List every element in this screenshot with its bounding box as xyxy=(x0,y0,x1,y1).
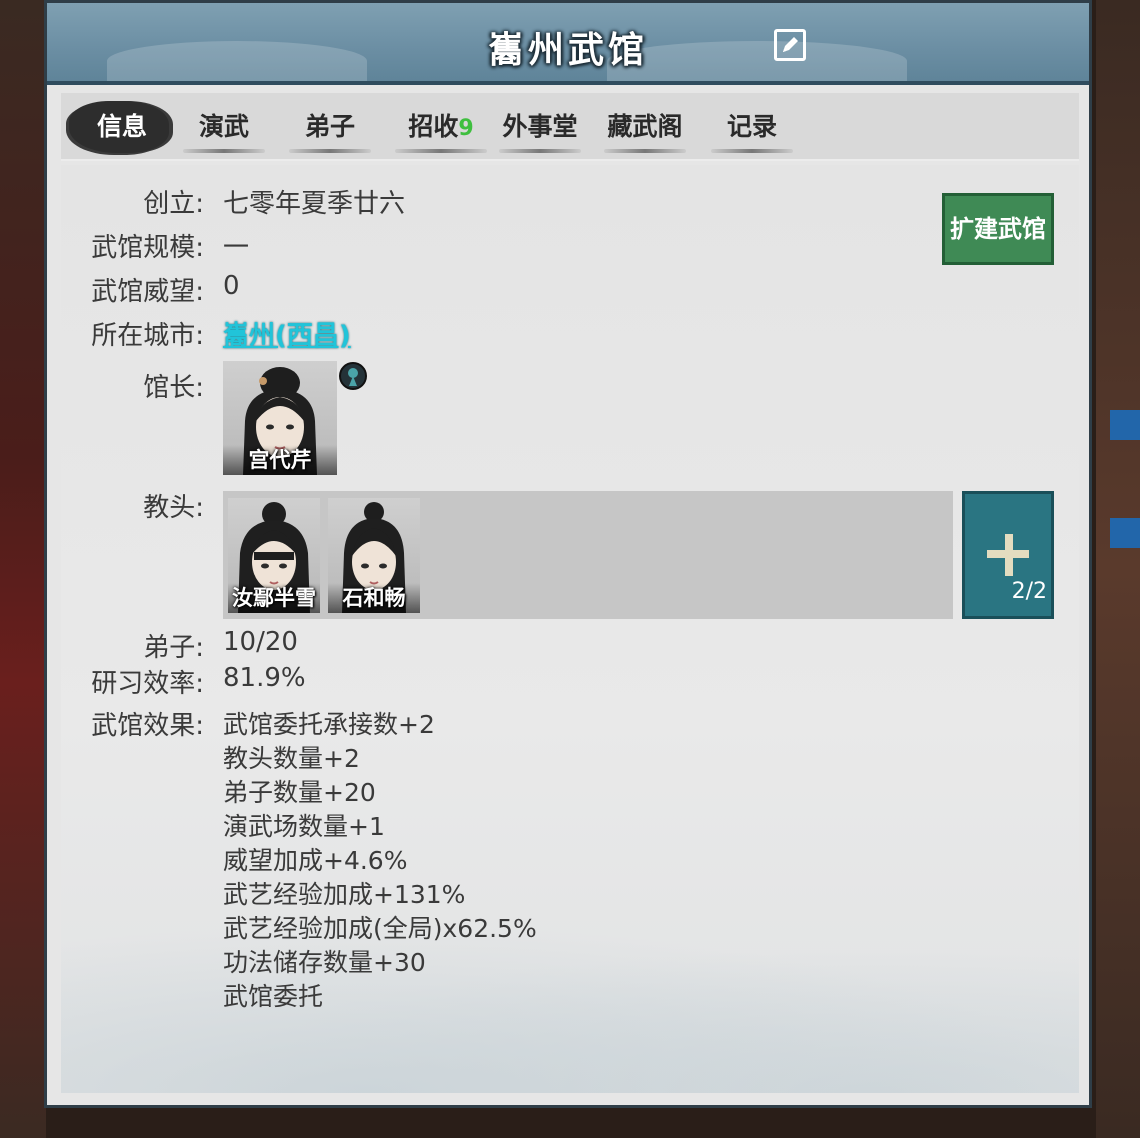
effect-item: 武艺经验加成(全局)x62.5% xyxy=(223,914,537,943)
scale-value: 一 xyxy=(223,233,250,263)
effect-item: 教头数量+2 xyxy=(223,744,360,773)
instructors-label: 教头: xyxy=(143,493,204,523)
info-panel: 创立: 七零年夏季廿六 武馆规模: 一 武馆威望: 0 所在城市: 巂州(西昌)… xyxy=(61,165,1079,1093)
gender-female-icon xyxy=(339,362,367,390)
scale-label: 武馆规模: xyxy=(91,233,204,263)
disciples-value: 10/20 xyxy=(223,627,298,657)
school-info-window: 巂州武馆 信息 演武 弟子 招收9 外事堂 藏武阁 记录 创立: 七零年夏季廿六… xyxy=(44,0,1092,1108)
tab-recruit[interactable]: 招收9 xyxy=(391,107,491,153)
instructor-portrait[interactable]: 石和畅 xyxy=(328,498,420,613)
window-title: 巂州武馆 xyxy=(487,29,648,71)
tab-martial-library[interactable]: 藏武阁 xyxy=(600,107,690,153)
effect-item: 武馆委托 xyxy=(223,982,324,1011)
effect-item: 威望加成+4.6% xyxy=(223,846,408,875)
disciples-label: 弟子: xyxy=(143,633,204,663)
tab-practice[interactable]: 演武 xyxy=(179,107,269,153)
background-scenery-left xyxy=(0,0,46,1138)
instructor-capacity: 2/2 xyxy=(1011,579,1047,604)
rename-button[interactable] xyxy=(774,29,806,61)
effect-item: 武艺经验加成+131% xyxy=(223,880,466,909)
efficiency-value: 81.9% xyxy=(223,663,306,693)
prestige-value: 0 xyxy=(223,271,240,301)
title-bar: 巂州武馆 xyxy=(47,3,1089,85)
city-link[interactable]: 巂州(西昌) xyxy=(223,315,351,352)
expand-school-button[interactable]: 扩建武馆 xyxy=(942,193,1054,265)
effects-label: 武馆效果: xyxy=(91,711,204,741)
master-portrait[interactable]: 宫代芹 xyxy=(223,361,337,475)
city-label: 所在城市: xyxy=(91,321,204,351)
founded-value: 七零年夏季廿六 xyxy=(223,189,406,219)
tab-info[interactable]: 信息 xyxy=(69,101,169,153)
efficiency-label: 研习效率: xyxy=(91,669,204,699)
add-instructor-button[interactable]: 2/2 xyxy=(962,491,1054,619)
tab-records[interactable]: 记录 xyxy=(707,107,797,153)
tab-bar: 信息 演武 弟子 招收9 外事堂 藏武阁 记录 xyxy=(61,93,1079,161)
effect-item: 功法储存数量+30 xyxy=(223,948,426,977)
effect-item: 演武场数量+1 xyxy=(223,812,385,841)
effect-item: 弟子数量+20 xyxy=(223,778,376,807)
tab-external-affairs[interactable]: 外事堂 xyxy=(495,107,585,153)
founded-label: 创立: xyxy=(143,189,204,219)
instructor-portrait[interactable]: 汝鄢半雪 xyxy=(228,498,320,613)
effect-item: 武馆委托承接数+2 xyxy=(223,710,435,739)
instructor-name: 汝鄢半雪 xyxy=(228,583,320,613)
prestige-label: 武馆威望: xyxy=(91,277,204,307)
tab-disciples[interactable]: 弟子 xyxy=(285,107,375,153)
recruit-count-badge: 9 xyxy=(458,116,474,141)
background-scenery-right xyxy=(1096,0,1140,1138)
instructor-name: 石和畅 xyxy=(328,583,420,613)
banner-flag xyxy=(1110,410,1140,440)
banner-flag xyxy=(1110,518,1140,548)
master-name: 宫代芹 xyxy=(223,445,337,475)
master-label: 馆长: xyxy=(143,373,204,403)
